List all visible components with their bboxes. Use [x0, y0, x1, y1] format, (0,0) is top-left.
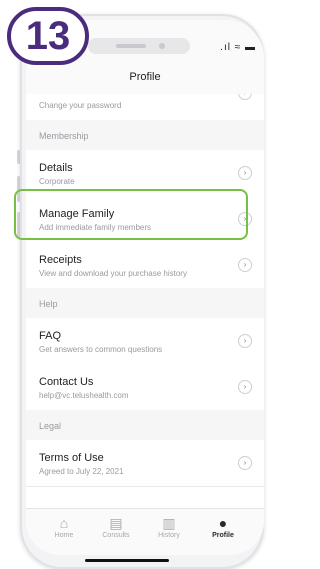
section-label: Membership — [39, 131, 89, 141]
tab-home[interactable]: ⌂ Home — [44, 515, 84, 539]
tab-label: Profile — [212, 532, 234, 539]
chevron-right-icon: › — [238, 456, 252, 470]
section-membership: Membership — [26, 120, 264, 151]
row-title: Receipts — [39, 254, 82, 266]
home-icon: ⌂ — [59, 515, 69, 531]
row-subtitle: Get answers to common questions — [39, 345, 163, 354]
speaker — [116, 44, 146, 48]
person-icon: ● — [218, 515, 228, 531]
profile-list[interactable]: Change your password › Membership Detail… — [26, 94, 264, 508]
camera — [159, 43, 165, 49]
page-title: Profile — [129, 71, 161, 83]
manage-family-highlight — [14, 189, 248, 240]
notch — [88, 38, 190, 54]
chat-icon: ▤ — [109, 515, 123, 531]
tab-label: History — [158, 532, 180, 539]
section-label: Legal — [39, 421, 62, 431]
home-indicator[interactable] — [85, 559, 169, 562]
row-title: FAQ — [39, 330, 62, 342]
section-legal: Legal — [26, 410, 264, 441]
section-help: Help — [26, 288, 264, 319]
tab-history[interactable]: ▥ History — [149, 515, 189, 539]
profile-header: Profile — [26, 60, 264, 95]
row-subtitle: Corporate — [39, 177, 75, 186]
row-title: Details — [39, 162, 73, 174]
chevron-right-icon: › — [238, 94, 252, 100]
tab-label: Consults — [102, 532, 130, 539]
section-label: Help — [39, 299, 58, 309]
step-number: 13 — [25, 14, 71, 58]
row-subtitle: View and download your purchase history — [39, 269, 187, 278]
tab-consults[interactable]: ▤ Consults — [96, 515, 136, 539]
receipts-row[interactable]: Receipts View and download your purchase… — [26, 242, 264, 289]
status-icons: .ıl ≈ ▬ — [220, 42, 256, 53]
faq-row[interactable]: FAQ Get answers to common questions › — [26, 318, 264, 365]
phone-screen: .ıl ≈ ▬ Profile Change your password › M… — [26, 20, 264, 555]
tab-profile[interactable]: ● Profile — [203, 515, 243, 539]
chevron-right-icon: › — [238, 166, 252, 180]
phone-frame: .ıl ≈ ▬ Profile Change your password › M… — [20, 14, 264, 569]
document-icon: ▥ — [162, 515, 176, 531]
chevron-right-icon: › — [238, 334, 252, 348]
chevron-right-icon: › — [238, 380, 252, 394]
row-subtitle: help@vc.telushealth.com — [39, 391, 129, 400]
row-subtitle: Agreed to July 22, 2021 — [39, 467, 124, 476]
row-subtitle: Change your password — [39, 101, 122, 110]
tab-label: Home — [54, 532, 74, 539]
terms-of-use-row[interactable]: Terms of Use Agreed to July 22, 2021 › — [26, 440, 264, 487]
tab-bar: ⌂ Home ▤ Consults ▥ History ● Profile — [26, 508, 264, 555]
chevron-right-icon: › — [238, 258, 252, 272]
change-password-row[interactable]: Change your password › — [26, 94, 264, 121]
contact-us-row[interactable]: Contact Us help@vc.telushealth.com › — [26, 364, 264, 411]
step-badge: 13 — [7, 7, 89, 65]
row-title: Contact Us — [39, 376, 94, 388]
row-title: Terms of Use — [39, 452, 104, 464]
